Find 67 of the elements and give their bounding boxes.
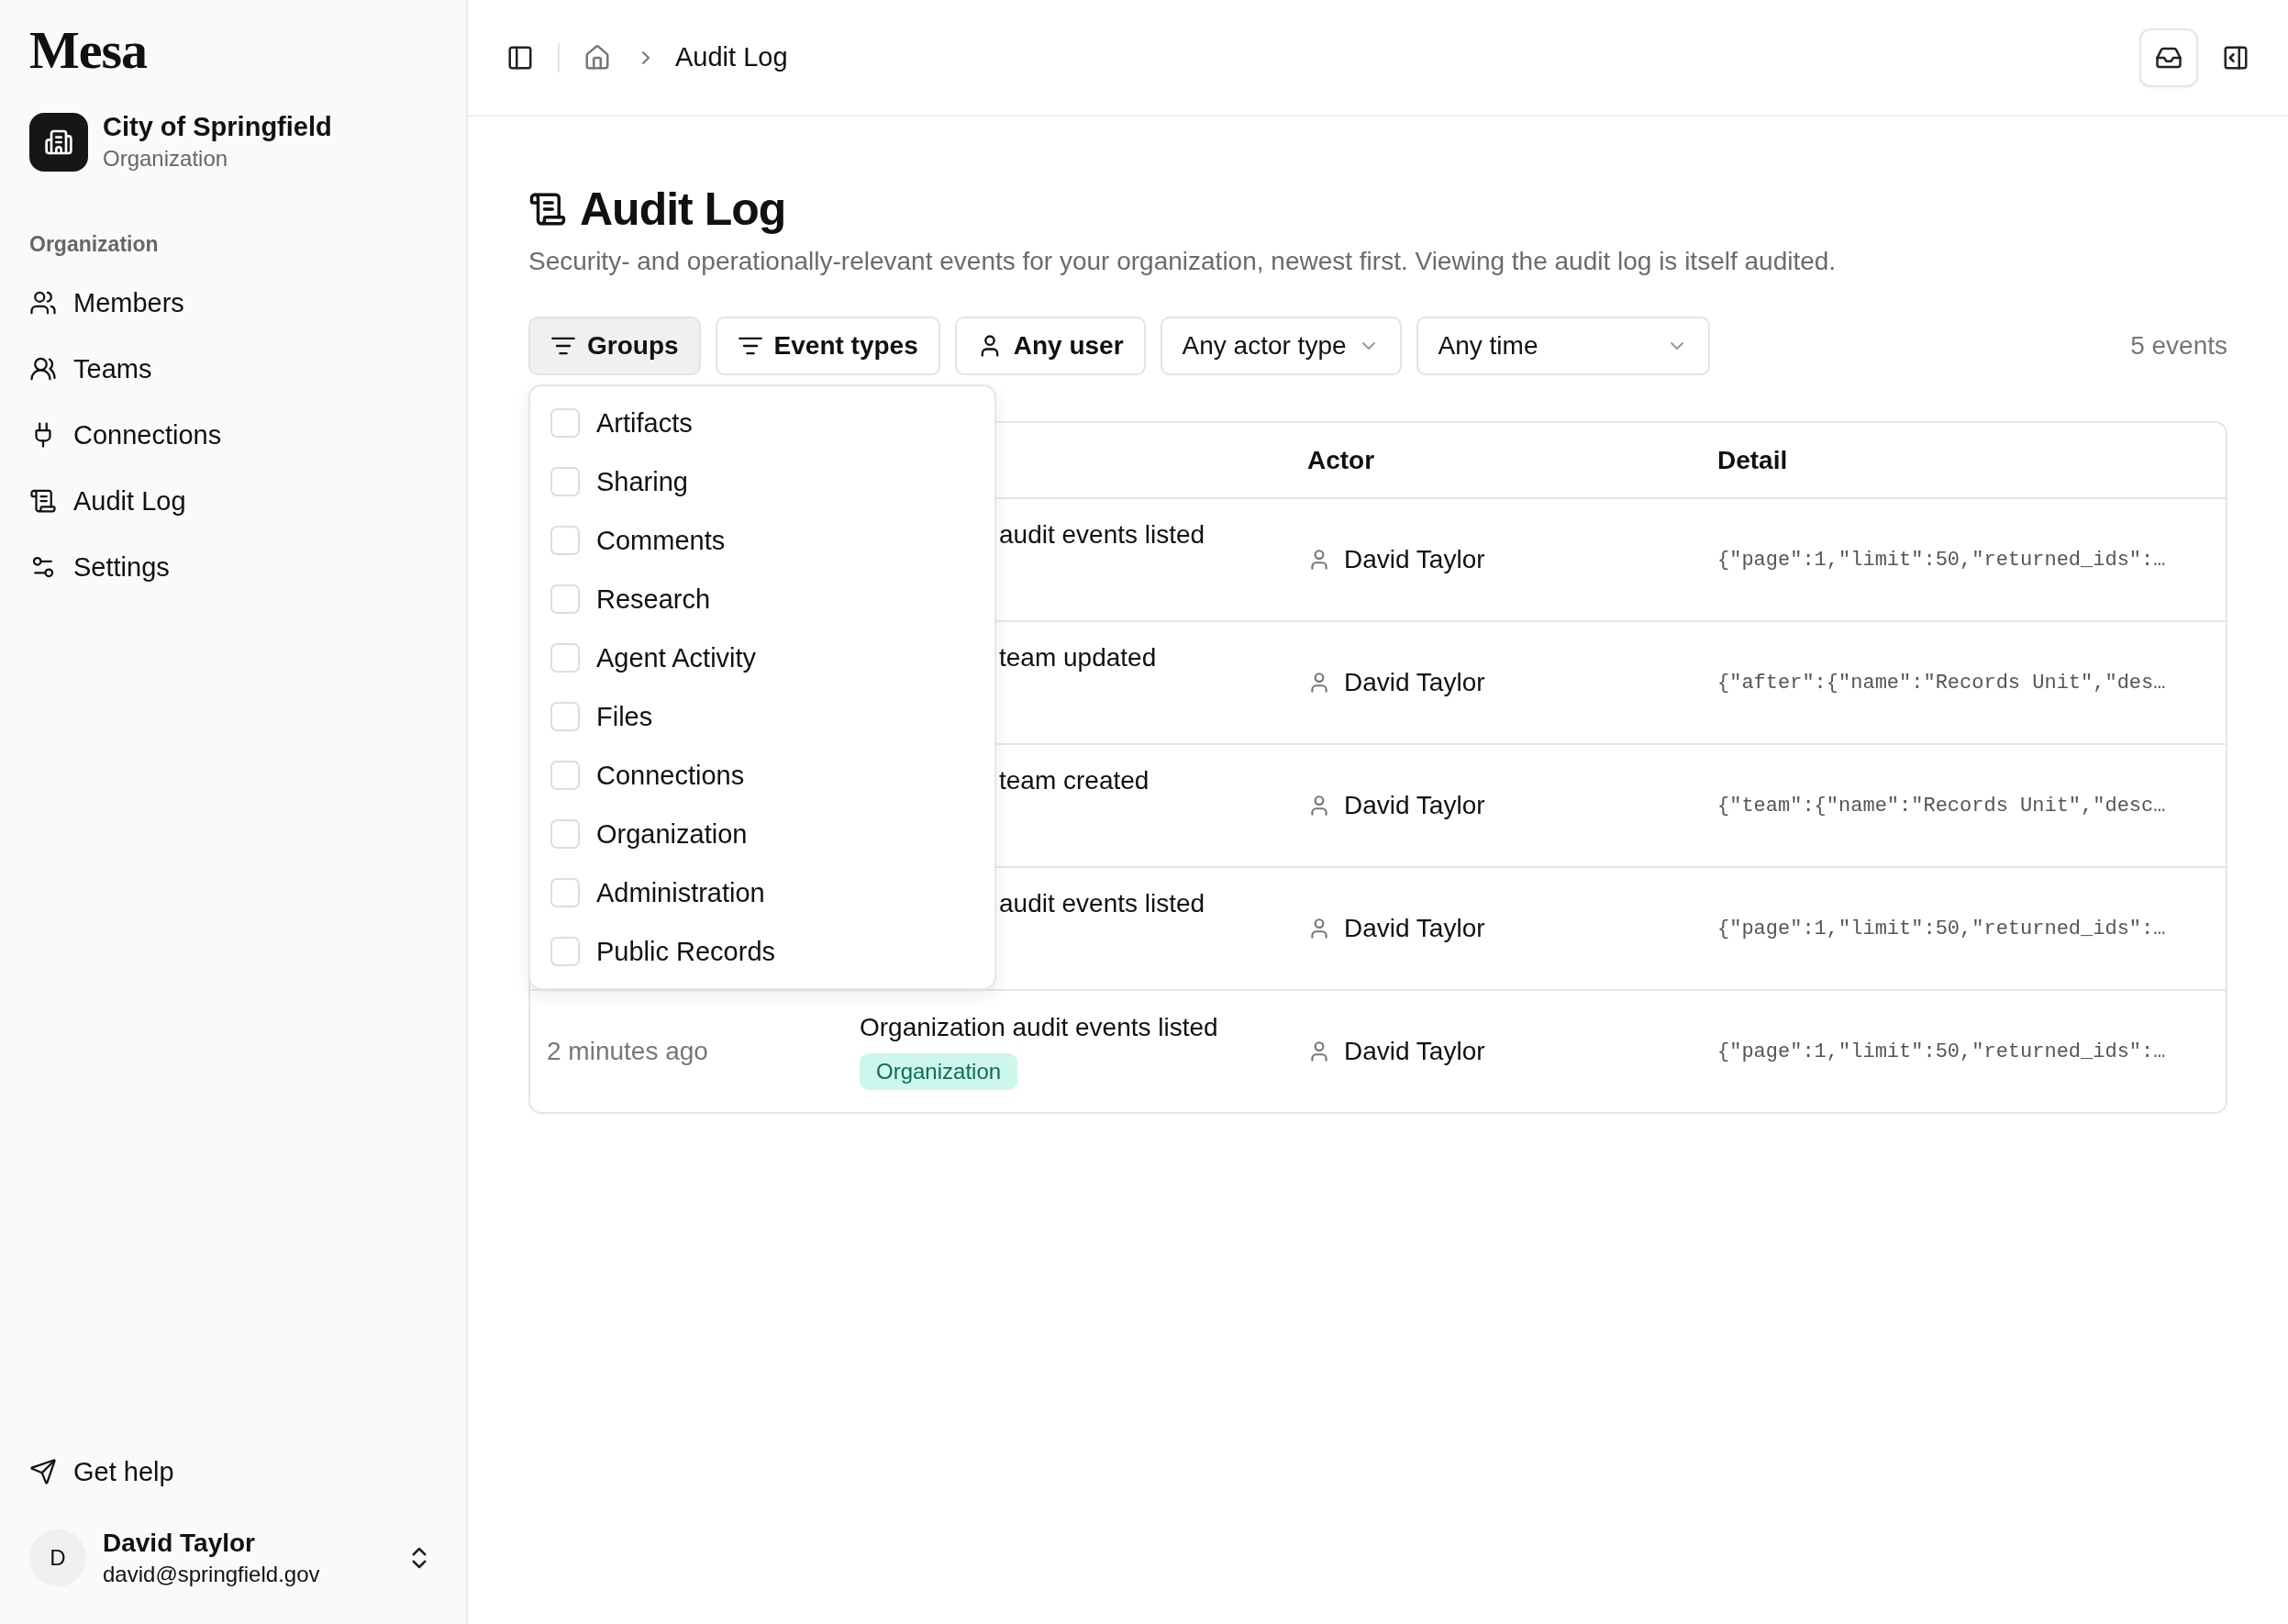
menu-option[interactable]: Public Records [530,922,994,981]
filter-button[interactable]: Any user [954,317,1146,375]
menu-option[interactable]: Agent Activity [530,628,994,687]
event-name: audit events listed [999,520,1205,550]
inbox-button[interactable] [2139,28,2198,87]
logo: Mesa [29,24,149,77]
column-header: Actor [1307,445,1375,475]
detail-cell: {"team":{"name":"Records Unit","desc… [1717,794,2166,818]
checkbox[interactable] [550,643,580,673]
event-name: Organization audit events listed [860,1013,1218,1042]
send-icon [29,1458,57,1485]
sidebar-item[interactable]: Connections [29,402,437,468]
select-dropdown[interactable]: Any actor type [1160,317,1402,375]
event-name: team created [999,766,1150,795]
sidebar-item[interactable]: Settings [29,534,437,600]
users-icon [29,355,57,383]
actor-name: David Taylor [1344,914,1485,943]
checkbox[interactable] [550,937,580,966]
menu-option[interactable]: Sharing [530,452,994,511]
menu-option[interactable]: Administration [530,863,994,922]
detail-cell: {"page":1,"limit":50,"returned_ids":… [1717,548,2166,572]
org-name: City of Springfield [103,112,332,142]
event-count: 5 events [2130,331,2227,361]
breadcrumb-current: Audit Log [675,42,788,72]
scroll-icon [29,487,57,515]
members-icon [29,289,57,317]
home-icon [583,43,611,72]
page-description: Security- and operationally-relevant events for your organization, newest first. Viewing the audit log is itself audited. [528,247,1838,276]
filter-button[interactable]: Event types [715,317,940,375]
menu-option[interactable]: Files [530,687,994,746]
checkbox[interactable] [550,526,580,555]
help-link[interactable]: Get help [29,1439,437,1505]
column-header: Detail [1717,445,1788,475]
menu-option[interactable]: Connections [530,746,994,805]
checkbox[interactable] [550,467,580,496]
checkbox[interactable] [550,761,580,790]
checkbox[interactable] [550,702,580,731]
user-email: david@springfield.gov [103,1562,320,1587]
page-title: Audit Log [580,183,786,236]
detail-cell: {"page":1,"limit":50,"returned_ids":… [1717,1040,2166,1063]
event-name: team updated [999,643,1157,673]
sidebar-item[interactable]: Audit Log [29,468,437,534]
detail-cell: {"page":1,"limit":50,"returned_ids":… [1717,917,2166,940]
sidebar-item[interactable]: Members [29,270,437,336]
time-cell: 2 minutes ago [547,1037,708,1066]
actor-name: David Taylor [1344,668,1485,697]
checkbox[interactable] [550,878,580,907]
actor-name: David Taylor [1344,545,1485,574]
user-name: David Taylor [103,1529,256,1558]
menu-option[interactable]: Comments [530,511,994,570]
filter-button[interactable]: Groups [528,317,701,375]
detail-cell: {"after":{"name":"Records Unit","des… [1717,671,2166,695]
checkbox[interactable] [550,819,580,849]
sidebar-item[interactable]: Teams [29,336,437,402]
actor-name: David Taylor [1344,1037,1485,1066]
select-dropdown[interactable]: Any time [1416,317,1710,375]
checkbox[interactable] [550,408,580,438]
group-tag: Organization [860,1053,1018,1090]
menu-option[interactable]: Organization [530,805,994,863]
menu-option[interactable]: Research [530,570,994,628]
avatar: D [29,1529,86,1586]
event-name: audit events listed [999,889,1205,918]
actor-name: David Taylor [1344,791,1485,820]
menu-option[interactable]: Artifacts [530,394,994,452]
checkbox[interactable] [550,584,580,614]
org-type: Organization [103,146,229,172]
section-label: Organization [29,232,160,257]
